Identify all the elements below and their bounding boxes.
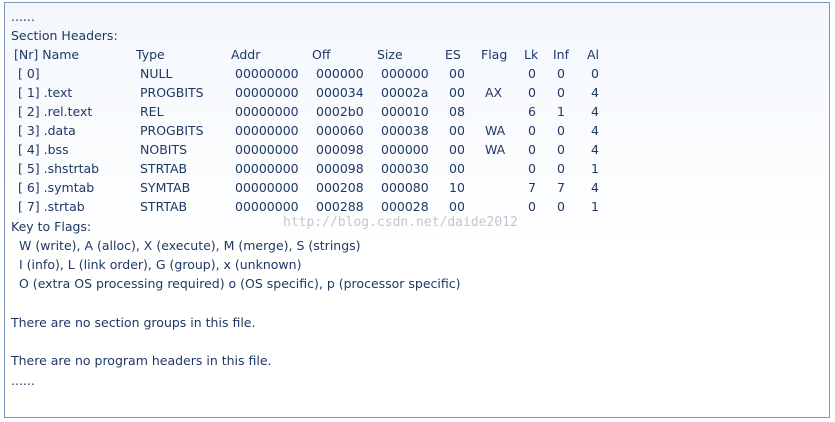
table-cell-flag: WA <box>485 123 506 138</box>
table-cell-size: 000080 <box>381 180 429 195</box>
ellipsis-bottom: ...... <box>11 373 35 388</box>
table-cell-off: 000098 <box>316 161 364 176</box>
table-cell-type: NULL <box>140 66 173 81</box>
table-cell-al: 4 <box>591 142 599 157</box>
table-cell-type: PROGBITS <box>140 85 204 100</box>
table-cell-inf: 0 <box>557 66 565 81</box>
table-cell-inf: 0 <box>557 123 565 138</box>
column-header-size: Size <box>377 47 403 62</box>
table-cell-name: [ 3] .data <box>18 123 76 138</box>
table-cell-size: 000000 <box>381 66 429 81</box>
column-header-type: Type <box>136 47 165 62</box>
table-cell-es: 00 <box>449 161 465 176</box>
table-cell-addr: 00000000 <box>235 123 299 138</box>
table-cell-lk: 0 <box>528 161 536 176</box>
column-header-inf: Inf <box>553 47 570 62</box>
no-program-headers-text: There are no program headers in this fil… <box>11 353 272 368</box>
table-cell-es: 08 <box>449 104 465 119</box>
table-cell-flag: AX <box>485 85 503 100</box>
flags-line: W (write), A (alloc), X (execute), M (me… <box>19 238 361 253</box>
table-cell-type: PROGBITS <box>140 123 204 138</box>
table-cell-al: 1 <box>591 161 599 176</box>
section-headers-title: Section Headers: <box>11 28 118 43</box>
table-cell-inf: 0 <box>557 161 565 176</box>
table-cell-es: 00 <box>449 85 465 100</box>
readelf-output-panel: ...... Section Headers: [Nr] Name Type Add… <box>4 2 830 418</box>
table-cell-addr: 00000000 <box>235 66 299 81</box>
table-cell-name: [ 2] .rel.text <box>18 104 93 119</box>
no-section-groups-text: There are no section groups in this file… <box>11 315 256 330</box>
table-cell-type: STRTAB <box>140 199 188 214</box>
table-cell-inf: 0 <box>557 142 565 157</box>
table-cell-al: 0 <box>591 66 599 81</box>
table-cell-addr: 00000000 <box>235 199 299 214</box>
table-cell-addr: 00000000 <box>235 161 299 176</box>
table-cell-es: 10 <box>449 180 465 195</box>
table-cell-off: 000288 <box>316 199 364 214</box>
table-cell-size: 000030 <box>381 161 429 176</box>
table-cell-addr: 00000000 <box>235 85 299 100</box>
table-cell-size: 000028 <box>381 199 429 214</box>
ellipsis-top: ...... <box>11 9 35 24</box>
table-cell-inf: 0 <box>557 85 565 100</box>
column-header-name: [Nr] Name <box>14 47 80 62</box>
column-header-es: ES <box>445 47 461 62</box>
table-cell-al: 4 <box>591 123 599 138</box>
table-cell-addr: 00000000 <box>235 180 299 195</box>
table-cell-lk: 0 <box>528 142 536 157</box>
table-cell-lk: 0 <box>528 85 536 100</box>
table-cell-type: SYMTAB <box>140 180 191 195</box>
table-cell-al: 1 <box>591 199 599 214</box>
table-cell-name: [ 0] <box>18 66 40 81</box>
table-cell-al: 4 <box>591 85 599 100</box>
table-cell-type: NOBITS <box>140 142 188 157</box>
table-cell-es: 00 <box>449 199 465 214</box>
flags-line: I (info), L (link order), G (group), x (… <box>19 257 302 272</box>
table-cell-es: 00 <box>449 123 465 138</box>
table-cell-lk: 0 <box>528 199 536 214</box>
table-cell-name: [ 1] .text <box>18 85 73 100</box>
table-cell-lk: 7 <box>528 180 536 195</box>
column-header-lk: Lk <box>524 47 539 62</box>
table-cell-name: [ 6] .symtab <box>18 180 95 195</box>
table-cell-size: 000000 <box>381 142 429 157</box>
table-cell-size: 000010 <box>381 104 429 119</box>
table-cell-inf: 7 <box>557 180 565 195</box>
table-cell-off: 000000 <box>316 66 364 81</box>
column-header-off: Off <box>312 47 331 62</box>
table-cell-off: 000208 <box>316 180 364 195</box>
table-cell-type: REL <box>140 104 164 119</box>
column-header-flag: Flag <box>481 47 508 62</box>
table-cell-name: [ 7] .strtab <box>18 199 85 214</box>
table-cell-name: [ 4] .bss <box>18 142 69 157</box>
table-cell-inf: 0 <box>557 199 565 214</box>
table-cell-size: 00002a <box>381 85 429 100</box>
table-cell-off: 000034 <box>316 85 364 100</box>
table-cell-off: 000060 <box>316 123 364 138</box>
table-cell-lk: 6 <box>528 104 536 119</box>
table-cell-flag: WA <box>485 142 506 157</box>
table-cell-inf: 1 <box>557 104 565 119</box>
table-cell-addr: 00000000 <box>235 142 299 157</box>
table-cell-name: [ 5] .shstrtab <box>18 161 100 176</box>
table-cell-es: 00 <box>449 142 465 157</box>
table-cell-al: 4 <box>591 104 599 119</box>
table-cell-es: 00 <box>449 66 465 81</box>
column-header-addr: Addr <box>231 47 261 62</box>
key-to-flags-title: Key to Flags: <box>11 219 92 234</box>
table-cell-off: 0002b0 <box>316 104 364 119</box>
table-cell-lk: 0 <box>528 66 536 81</box>
table-cell-al: 4 <box>591 180 599 195</box>
table-cell-off: 000098 <box>316 142 364 157</box>
column-header-al: Al <box>587 47 600 62</box>
table-cell-size: 000038 <box>381 123 429 138</box>
flags-line: O (extra OS processing required) o (OS s… <box>19 276 461 291</box>
watermark-text: http://blog.csdn.net/daide2012 <box>283 215 518 230</box>
table-cell-addr: 00000000 <box>235 104 299 119</box>
table-cell-type: STRTAB <box>140 161 188 176</box>
table-cell-lk: 0 <box>528 123 536 138</box>
